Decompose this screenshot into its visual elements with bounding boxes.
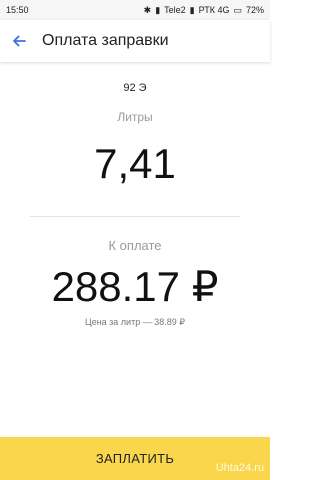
status-bar: 15:50 ✱ ▮ Tele2 ▮ РТК 4G ▭ 72% — [0, 0, 270, 20]
carrier-1: Tele2 — [164, 5, 186, 15]
signal-icon: ▮ — [155, 4, 161, 15]
arrow-left-icon — [13, 35, 26, 47]
carrier-2: РТК 4G — [198, 5, 230, 15]
status-indicators: ✱ ▮ Tele2 ▮ РТК 4G ▭ 72% — [144, 5, 264, 16]
price-per-liter: Цена за литр — 38.89 ₽ — [85, 317, 185, 327]
amount-value: 288.17 ₽ — [51, 263, 219, 310]
back-button[interactable] — [6, 28, 32, 54]
pay-button-label: ЗАПЛАТИТЬ — [95, 451, 175, 466]
fuel-type: 92 Э — [123, 82, 147, 94]
page-title: Оплата заправки — [42, 32, 169, 49]
bluetooth-icon: ✱ — [143, 4, 152, 15]
liters-value: 7,41 — [94, 140, 176, 187]
status-time: 15:50 — [6, 5, 29, 15]
amount-label: К оплате — [108, 238, 162, 253]
watermark: Uhta24.ru — [215, 462, 264, 474]
signal-icon-2: ▮ — [189, 4, 195, 15]
battery-level: 72% — [245, 5, 264, 15]
divider — [30, 216, 240, 217]
app-bar: Оплата заправки — [0, 20, 270, 62]
payment-summary: 92 Э Литры 7,41 К оплате 288.17 ₽ Цена з… — [0, 62, 270, 437]
battery-icon: ▭ — [233, 4, 242, 15]
liters-label: Литры — [117, 110, 153, 124]
